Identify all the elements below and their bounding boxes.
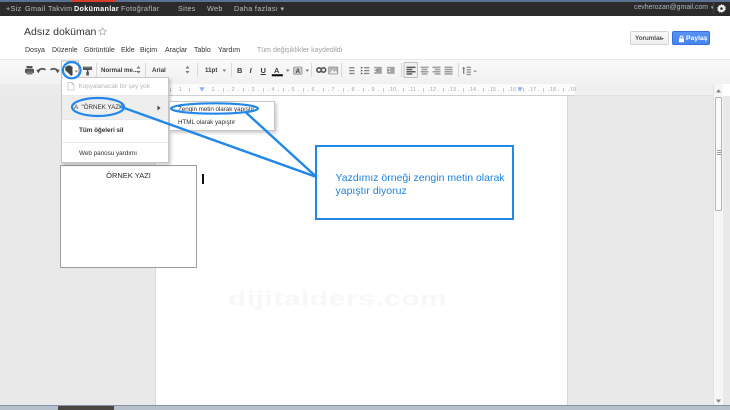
- svg-text:A: A: [296, 69, 301, 75]
